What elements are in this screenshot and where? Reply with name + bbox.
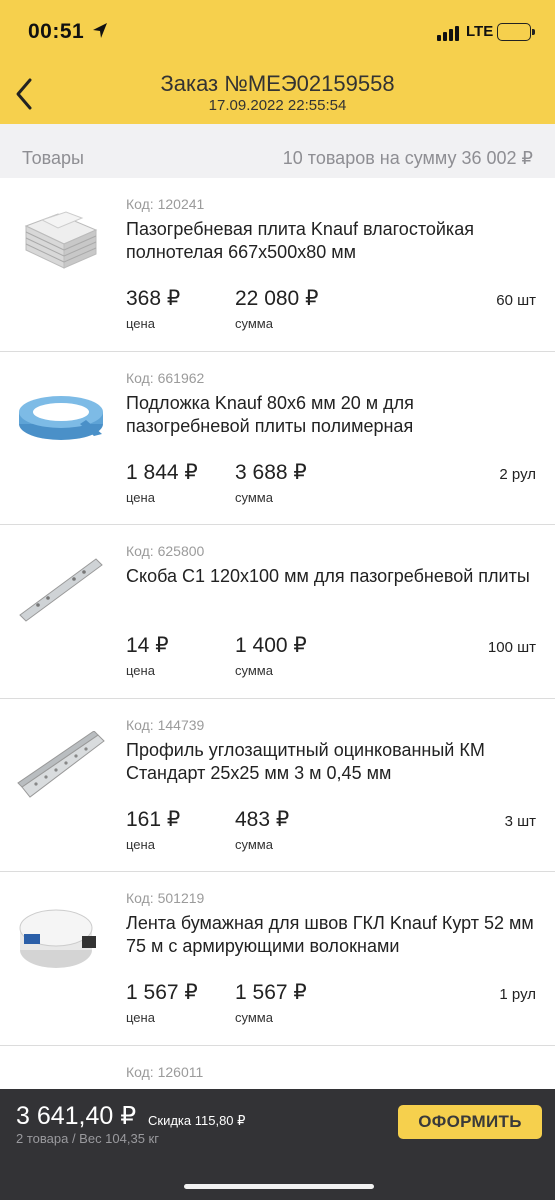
product-price: 14 ₽ (126, 634, 169, 657)
product-row[interactable]: Код: 144739 Профиль углозащитный оцинков… (0, 699, 555, 872)
price-caption: цена (126, 316, 155, 331)
product-row[interactable]: Код: 661962 Подложка Knauf 80х6 мм 20 м … (0, 352, 555, 525)
product-row[interactable]: Код: 625800 Скоба С1 120х100 мм для пазо… (0, 525, 555, 699)
product-row[interactable]: Код: 120241 Пазогребневая плита Knauf вл… (0, 178, 555, 352)
product-name: Профиль углозащитный оцинкованный КМ Ста… (126, 739, 485, 783)
product-price: 368 ₽ (126, 287, 181, 310)
product-code: Код: 625800 (126, 543, 205, 559)
product-price: 1 844 ₽ (126, 460, 198, 484)
checkout-button[interactable]: ОФОРМИТЬ (398, 1105, 542, 1139)
app-header: 00:51 LTE Заказ №МЕЭ02159558 17.09.2022 … (0, 0, 555, 124)
home-indicator[interactable] (184, 1184, 374, 1189)
foam-tape-roll-icon (19, 395, 103, 440)
price-caption: цена (126, 663, 155, 678)
order-meta: 2 товара / Вес 104,35 кг (16, 1131, 159, 1146)
checkout-bar: 3 641,40 ₽ Скидка 115,80 ₽ 2 товара / Ве… (0, 1089, 555, 1200)
price-caption: цена (126, 836, 155, 852)
product-code: Код: 126011 (126, 1063, 204, 1080)
corner-profile-icon (17, 730, 105, 798)
product-code: Код: 144739 (126, 716, 205, 733)
page-title: Заказ №МЕЭ02159558 (160, 71, 395, 96)
product-sum: 1 400 ₽ (235, 634, 307, 657)
battery-level (500, 26, 506, 37)
battery-icon (497, 23, 535, 41)
product-name: Пазогребневая плита Knauf влагостойкая п… (126, 219, 474, 262)
price-caption: цена (126, 489, 155, 505)
product-code: Код: 120241 (126, 196, 205, 212)
product-name: Подложка Knauf 80х6 мм 20 м для пазогреб… (126, 392, 414, 436)
product-quantity: 2 рул (499, 465, 536, 483)
discount-label: Скидка 115,80 ₽ (148, 1113, 246, 1128)
product-quantity: 100 шт (487, 639, 536, 656)
product-name: Лента бумажная для швов ГКЛ Knauf Курт 5… (126, 913, 534, 956)
gypsum-board-stack-icon (24, 211, 98, 269)
total-amount: 3 641,40 ₽ (16, 1102, 137, 1130)
product-sum: 3 688 ₽ (235, 460, 307, 484)
product-price: 1 567 ₽ (126, 981, 198, 1004)
status-bar: 00:51 LTE (0, 0, 555, 60)
product-sum: 483 ₽ (235, 807, 290, 831)
product-name: Скоба С1 120х100 мм для пазогребневой пл… (126, 566, 530, 586)
product-list: Код: 120241 Пазогребневая плита Knauf вл… (0, 178, 555, 1200)
product-sum: 22 080 ₽ (235, 287, 319, 310)
product-sum: 1 567 ₽ (235, 981, 307, 1004)
price-caption: цена (126, 1010, 155, 1025)
location-arrow-icon (93, 23, 107, 38)
sum-caption: сумма (235, 489, 273, 505)
paper-tape-roll-icon (19, 909, 96, 968)
goods-section-header: Товары 10 товаров на сумму 36 002 ₽ (0, 124, 555, 178)
sum-caption: сумма (235, 663, 273, 678)
sum-caption: сумма (235, 1010, 273, 1025)
sum-caption: сумма (235, 316, 273, 331)
cellular-signal-icon (437, 25, 461, 41)
section-summary: 10 товаров на сумму 36 002 ₽ (282, 148, 533, 168)
product-price: 161 ₽ (126, 807, 181, 831)
section-label: Товары (22, 148, 84, 168)
product-quantity: 60 шт (496, 292, 536, 309)
order-datetime: 17.09.2022 22:55:54 (208, 97, 347, 114)
product-code: Код: 501219 (126, 890, 205, 906)
product-code: Код: 661962 (126, 369, 205, 386)
product-quantity: 1 рул (499, 986, 536, 1003)
metal-bracket-icon (19, 558, 103, 622)
network-type: LTE (466, 23, 494, 40)
product-row[interactable]: Код: 501219 Лента бумажная для швов ГКЛ … (0, 872, 555, 1046)
product-quantity: 3 шт (504, 812, 536, 830)
status-time: 00:51 (28, 20, 85, 43)
sum-caption: сумма (235, 836, 273, 852)
